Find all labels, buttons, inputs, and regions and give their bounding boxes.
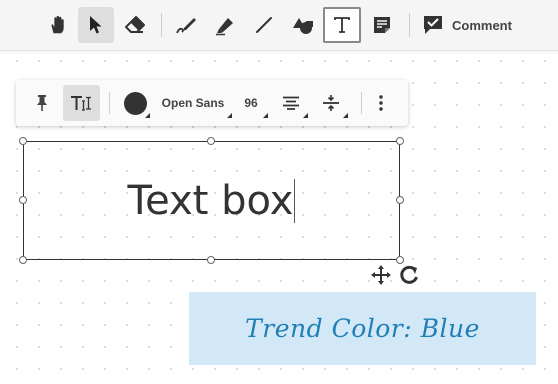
rotate-icon[interactable] bbox=[398, 264, 420, 286]
sticky-note-icon bbox=[374, 17, 390, 33]
line-tool-button[interactable] bbox=[246, 7, 282, 43]
text-box[interactable]: Text box bbox=[23, 141, 400, 260]
text-tool-icon bbox=[334, 17, 350, 33]
text-caret bbox=[294, 178, 296, 223]
dropdown-triangle-icon bbox=[343, 113, 348, 118]
color-picker[interactable] bbox=[117, 80, 153, 126]
pen-tool-button[interactable] bbox=[168, 7, 204, 43]
main-toolbar: Comment bbox=[0, 0, 558, 51]
pointer-icon bbox=[90, 16, 102, 34]
toolbar-divider bbox=[161, 13, 162, 37]
more-vertical-icon bbox=[379, 95, 383, 111]
dropdown-triangle-icon bbox=[145, 113, 150, 118]
resize-handle-top-right[interactable] bbox=[396, 137, 404, 145]
line-icon bbox=[256, 17, 272, 33]
move-icon[interactable] bbox=[370, 264, 392, 286]
resize-handle-bottom-right[interactable] bbox=[396, 256, 404, 264]
format-divider bbox=[109, 92, 110, 114]
resize-handle-top[interactable] bbox=[207, 137, 215, 145]
text-box-text: Text box bbox=[127, 177, 294, 224]
dropdown-triangle-icon bbox=[227, 113, 232, 118]
text-tool-button[interactable] bbox=[323, 7, 361, 43]
vertical-align-button[interactable] bbox=[316, 80, 348, 126]
highlighter-icon bbox=[216, 18, 233, 36]
sticky-note[interactable]: Trend Color: Blue bbox=[189, 292, 536, 365]
pen-icon bbox=[176, 18, 196, 34]
resize-handle-left[interactable] bbox=[19, 196, 27, 204]
toolbar-divider bbox=[409, 13, 410, 37]
font-family-select[interactable]: Open Sans bbox=[156, 80, 232, 126]
pin-button[interactable] bbox=[30, 80, 54, 126]
pin-icon bbox=[37, 95, 47, 111]
text-style-button[interactable] bbox=[63, 85, 100, 121]
dropdown-triangle-icon bbox=[303, 113, 308, 118]
highlighter-tool-button[interactable] bbox=[207, 7, 243, 43]
font-family-value: Open Sans bbox=[161, 96, 225, 110]
resize-handle-bottom[interactable] bbox=[207, 256, 215, 264]
shapes-tool-button[interactable] bbox=[285, 7, 321, 43]
shapes-icon bbox=[293, 18, 313, 34]
text-format-bar: Open Sans 96 bbox=[16, 80, 408, 126]
align-button[interactable] bbox=[276, 80, 308, 126]
sticky-note-text: Trend Color: Blue bbox=[245, 314, 480, 343]
resize-handle-top-left[interactable] bbox=[19, 137, 27, 145]
select-tool-button[interactable] bbox=[78, 7, 114, 43]
color-swatch bbox=[123, 91, 147, 115]
comment-icon bbox=[424, 16, 442, 34]
sticky-note-tool-button[interactable] bbox=[364, 7, 400, 43]
hand-icon bbox=[51, 15, 64, 34]
more-options-button[interactable] bbox=[371, 80, 391, 126]
comment-label: Comment bbox=[452, 17, 512, 33]
text-cursor-icon bbox=[70, 96, 91, 111]
comment-button[interactable]: Comment bbox=[418, 7, 518, 43]
vertical-align-icon bbox=[323, 95, 339, 111]
hand-tool-button[interactable] bbox=[40, 7, 76, 43]
align-center-icon bbox=[283, 96, 299, 110]
resize-handle-right[interactable] bbox=[396, 196, 404, 204]
font-size-value: 96 bbox=[244, 96, 258, 110]
eraser-icon bbox=[125, 16, 145, 33]
resize-handle-bottom-left[interactable] bbox=[19, 256, 27, 264]
text-box-content[interactable]: Text box bbox=[24, 142, 399, 259]
dropdown-triangle-icon bbox=[263, 113, 268, 118]
format-divider bbox=[361, 92, 362, 114]
eraser-tool-button[interactable] bbox=[117, 7, 153, 43]
font-size-select[interactable]: 96 bbox=[238, 80, 268, 126]
